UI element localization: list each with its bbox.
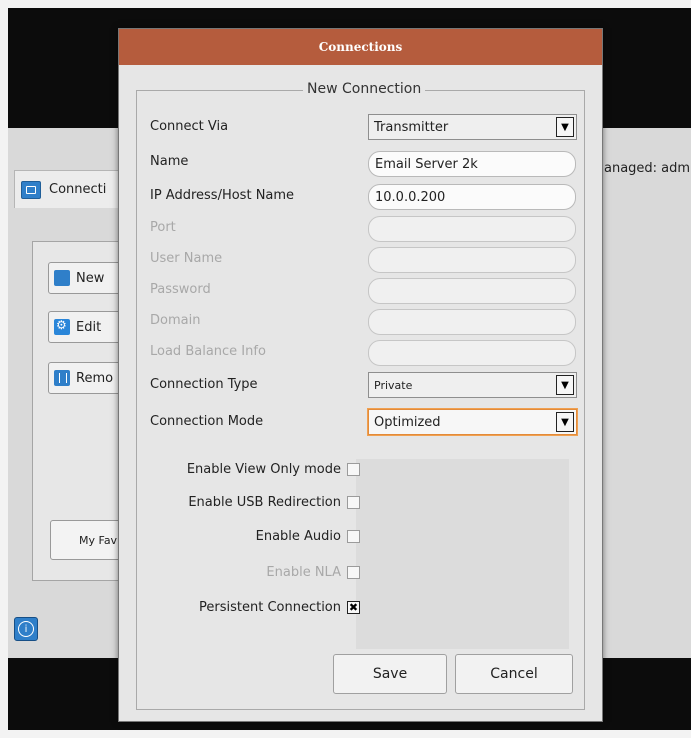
group-title: New Connection (303, 81, 426, 97)
remove-button-label: Remo (76, 370, 114, 386)
connection-mode-value: Optimized (374, 414, 441, 430)
edit-button[interactable]: Edit (48, 311, 128, 343)
managed-status-text: anaged: adm (604, 161, 691, 176)
tab-connections-label: Connecti (49, 182, 107, 197)
new-button-label: New (76, 270, 105, 286)
persistent-connection-checkbox[interactable]: ✖ (347, 600, 360, 614)
load-balance-info-label: Load Balance Info (150, 344, 266, 359)
trash-icon (54, 370, 70, 386)
connection-type-value: Private (374, 378, 413, 392)
ip-address-label: IP Address/Host Name (150, 188, 295, 203)
cancel-button-label: Cancel (490, 666, 538, 682)
user-name-field[interactable] (368, 247, 576, 273)
port-label: Port (150, 220, 176, 235)
remove-button[interactable]: Remo (48, 362, 128, 394)
connections-dialog: Connections New Connection Connect Via T… (118, 28, 603, 722)
connect-via-select[interactable]: Transmitter ▼ (368, 114, 577, 140)
connect-via-label: Connect Via (150, 119, 229, 134)
name-field[interactable] (368, 151, 576, 177)
dialog-title: Connections (318, 40, 403, 54)
dropdown-arrow-icon[interactable]: ▼ (556, 117, 574, 137)
gear-icon (54, 318, 70, 335)
persistent-connection-option[interactable]: Persistent Connection ✖ (199, 598, 360, 616)
connection-type-select[interactable]: Private ▼ (368, 372, 577, 398)
password-field[interactable] (368, 278, 576, 304)
view-only-mode-checkbox[interactable] (347, 462, 360, 476)
nla-option[interactable]: Enable NLA (266, 563, 360, 581)
load-balance-info-field[interactable] (368, 340, 576, 366)
usb-redirection-checkbox[interactable] (347, 495, 360, 509)
tab-connections[interactable]: Connecti (14, 170, 134, 208)
audio-option[interactable]: Enable Audio (256, 527, 360, 545)
my-favorites-label: My Fav (79, 533, 118, 547)
connection-mode-label: Connection Mode (150, 414, 264, 429)
name-label: Name (150, 154, 189, 169)
nla-label: Enable NLA (266, 564, 341, 580)
edit-button-label: Edit (76, 319, 102, 335)
persistent-connection-label: Persistent Connection (199, 599, 341, 615)
new-icon (54, 270, 70, 286)
info-icon: i (18, 621, 34, 637)
ip-address-field[interactable] (368, 184, 576, 210)
cancel-button[interactable]: Cancel (455, 654, 573, 694)
view-only-mode-option[interactable]: Enable View Only mode (187, 460, 360, 478)
info-button[interactable]: i (14, 617, 38, 641)
audio-checkbox[interactable] (347, 529, 360, 543)
usb-redirection-option[interactable]: Enable USB Redirection (188, 493, 360, 511)
dialog-titlebar[interactable]: Connections (119, 29, 602, 65)
save-button-label: Save (372, 666, 408, 682)
options-area (356, 459, 569, 649)
connection-type-label: Connection Type (150, 377, 258, 392)
audio-label: Enable Audio (255, 528, 341, 544)
password-label: Password (150, 282, 211, 297)
port-field[interactable] (368, 216, 576, 242)
dropdown-arrow-icon[interactable]: ▼ (556, 412, 574, 432)
user-name-label: User Name (150, 251, 223, 266)
connection-mode-select[interactable]: Optimized ▼ (368, 409, 577, 435)
domain-field[interactable] (368, 309, 576, 335)
view-only-mode-label: Enable View Only mode (186, 461, 341, 477)
domain-label: Domain (150, 313, 201, 328)
new-button[interactable]: New (48, 262, 128, 294)
connection-icon (21, 180, 41, 199)
dropdown-arrow-icon[interactable]: ▼ (556, 375, 574, 395)
save-button[interactable]: Save (333, 654, 447, 694)
usb-redirection-label: Enable USB Redirection (188, 494, 341, 510)
nla-checkbox[interactable] (347, 565, 360, 579)
connect-via-value: Transmitter (374, 119, 449, 135)
